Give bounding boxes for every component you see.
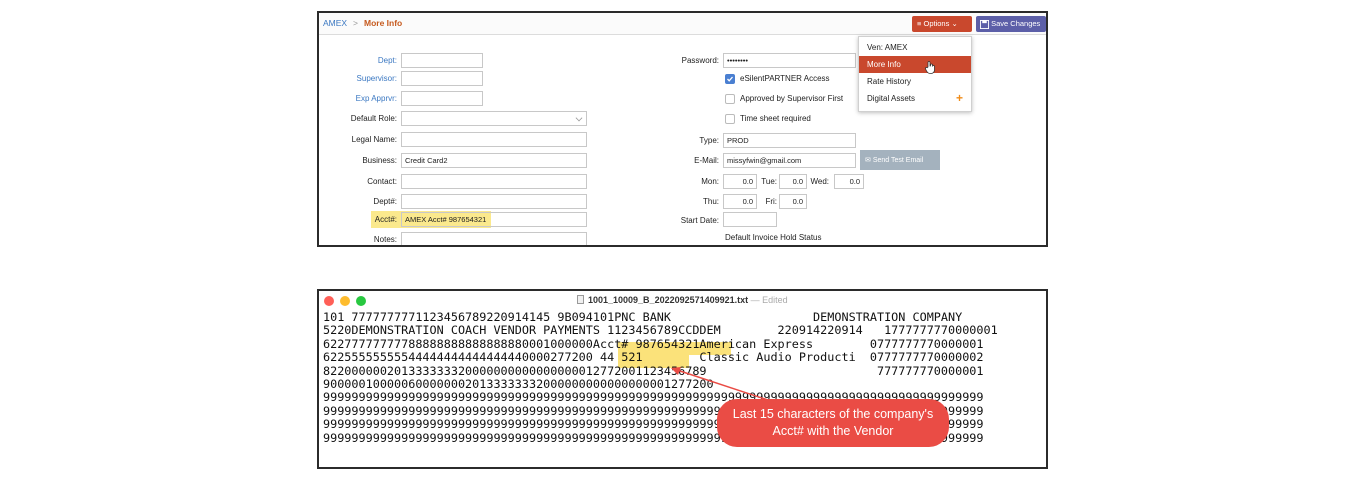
- file-line: 62255555555544444444444444440000277200 4…: [323, 350, 984, 365]
- field-label-4: Legal Name:: [351, 135, 397, 144]
- field-input-2[interactable]: [401, 91, 483, 106]
- email-label: E-Mail:: [694, 156, 719, 165]
- approved-by-supervisor-label: Approved by Supervisor First: [740, 94, 844, 103]
- file-line: 5220DEMONSTRATION COACH VENDOR PAYMENTS …: [323, 323, 998, 338]
- type-label: Type:: [699, 136, 719, 145]
- file-line: 62277777777788888888888888880001000000Ac…: [323, 336, 984, 351]
- field-label-8: Acct#:: [374, 215, 397, 224]
- field-input-7[interactable]: [401, 194, 587, 209]
- options-dropdown-menu: Ven: AMEX More Info Rate History Digital…: [858, 36, 972, 112]
- minimize-window-icon[interactable]: [340, 296, 350, 306]
- field-label-0[interactable]: Dept:: [329, 56, 397, 65]
- menu-item-ven-amex[interactable]: Ven: AMEX: [859, 39, 971, 56]
- esilentpartner-label: eSilentPARTNER Access: [740, 74, 830, 83]
- field-input-1[interactable]: [401, 71, 483, 86]
- text-editor-window: 1001_10009_B_2022092571409921.txt — Edit…: [317, 289, 1048, 469]
- mon-input[interactable]: 0.0: [723, 174, 757, 189]
- floppy-disk-icon: [980, 19, 989, 29]
- callout-bubble: Last 15 characters of the company's Acct…: [717, 399, 949, 447]
- document-icon: [577, 295, 584, 304]
- field-input-0[interactable]: [401, 53, 483, 68]
- wed-label: Wed:: [810, 177, 829, 186]
- list-icon: ≡: [917, 19, 922, 28]
- field-label-6: Contact:: [367, 177, 397, 186]
- save-changes-button[interactable]: Save Changes: [976, 16, 1046, 32]
- vendor-more-info-panel: AMEX > More Info ≡ Options ⌄ Save Change…: [317, 11, 1048, 247]
- password-label: Password:: [681, 56, 719, 65]
- callout-text: Last 15 characters of the company's Acct…: [732, 407, 934, 438]
- thu-input[interactable]: 0.0: [723, 194, 757, 209]
- fri-input[interactable]: 0.0: [779, 194, 807, 209]
- field-input-4[interactable]: [401, 132, 587, 147]
- send-test-email-label: Send Test Email: [872, 157, 924, 164]
- esilentpartner-checkbox[interactable]: [725, 74, 735, 84]
- tue-input[interactable]: 0.0: [779, 174, 807, 189]
- window-title: 1001_10009_B_2022092571409921.txt — Edit…: [577, 295, 788, 305]
- close-window-icon[interactable]: [324, 296, 334, 306]
- field-input-6[interactable]: [401, 174, 587, 189]
- password-input[interactable]: ••••••••: [723, 53, 856, 68]
- tue-label: Tue:: [761, 177, 777, 186]
- chevron-down-icon: [575, 114, 583, 122]
- field-input-3[interactable]: [401, 111, 587, 126]
- breadcrumb-current: More Info: [364, 18, 403, 28]
- menu-item-more-info[interactable]: More Info: [859, 56, 971, 74]
- field-label-2[interactable]: Exp Apprvr:: [329, 94, 397, 103]
- file-line: 9000001000006000000020133333332000000000…: [323, 377, 714, 391]
- zoom-window-icon[interactable]: [356, 296, 366, 306]
- breadcrumb-separator: >: [353, 18, 358, 28]
- timesheet-required-label: Time sheet required: [740, 114, 811, 123]
- thu-label: Thu:: [702, 197, 719, 206]
- file-line: 101 7777777771123456789220914145 9B09410…: [323, 310, 963, 324]
- send-test-email-button[interactable]: ✉ Send Test Email: [860, 150, 940, 170]
- options-label: Options: [923, 19, 950, 28]
- start-date-input[interactable]: [723, 212, 777, 227]
- file-name: 1001_10009_B_2022092571409921.txt: [588, 295, 749, 305]
- field-input-9[interactable]: [401, 232, 587, 245]
- field-input-5[interactable]: Credit Card2: [401, 153, 587, 168]
- chevron-down-icon: ⌄: [951, 19, 958, 28]
- file-line: 8220000002013333333200000000000000000127…: [323, 363, 984, 378]
- field-label-9: Notes:: [373, 235, 397, 244]
- menu-item-more-info-label: More Info: [867, 60, 901, 69]
- mon-label: Mon:: [701, 177, 719, 186]
- save-label: Save Changes: [991, 19, 1041, 28]
- menu-item-digital-assets[interactable]: Digital Assets +: [859, 90, 971, 107]
- menu-item-rate-history[interactable]: Rate History: [859, 73, 971, 90]
- fri-label: Fri:: [765, 197, 777, 206]
- window-titlebar: 1001_10009_B_2022092571409921.txt — Edit…: [319, 291, 1046, 311]
- start-date-label: Start Date:: [680, 216, 719, 225]
- email-input[interactable]: missyfwin@gmail.com: [723, 153, 856, 168]
- edited-status: — Edited: [750, 295, 788, 305]
- wed-input[interactable]: 0.0: [834, 174, 864, 189]
- approved-by-supervisor-checkbox[interactable]: [725, 94, 735, 104]
- field-label-5: Business:: [362, 156, 397, 165]
- field-input-8[interactable]: AMEX Acct# 987654321: [401, 212, 587, 227]
- timesheet-required-checkbox[interactable]: [725, 114, 735, 124]
- field-label-3: Default Role:: [350, 114, 397, 123]
- panel-header: AMEX > More Info ≡ Options ⌄ Save Change…: [319, 13, 1046, 35]
- breadcrumb-root-link[interactable]: AMEX: [323, 18, 347, 28]
- plus-icon[interactable]: +: [956, 91, 963, 105]
- field-label-1[interactable]: Supervisor:: [329, 74, 397, 83]
- field-label-7: Dept#:: [373, 197, 397, 206]
- envelope-icon: ✉: [865, 157, 871, 164]
- default-invoice-hold-label: Default Invoice Hold Status: [725, 233, 822, 242]
- menu-item-digital-assets-label: Digital Assets: [867, 94, 916, 103]
- type-input[interactable]: PROD: [723, 133, 856, 148]
- options-button[interactable]: ≡ Options ⌄: [912, 16, 972, 32]
